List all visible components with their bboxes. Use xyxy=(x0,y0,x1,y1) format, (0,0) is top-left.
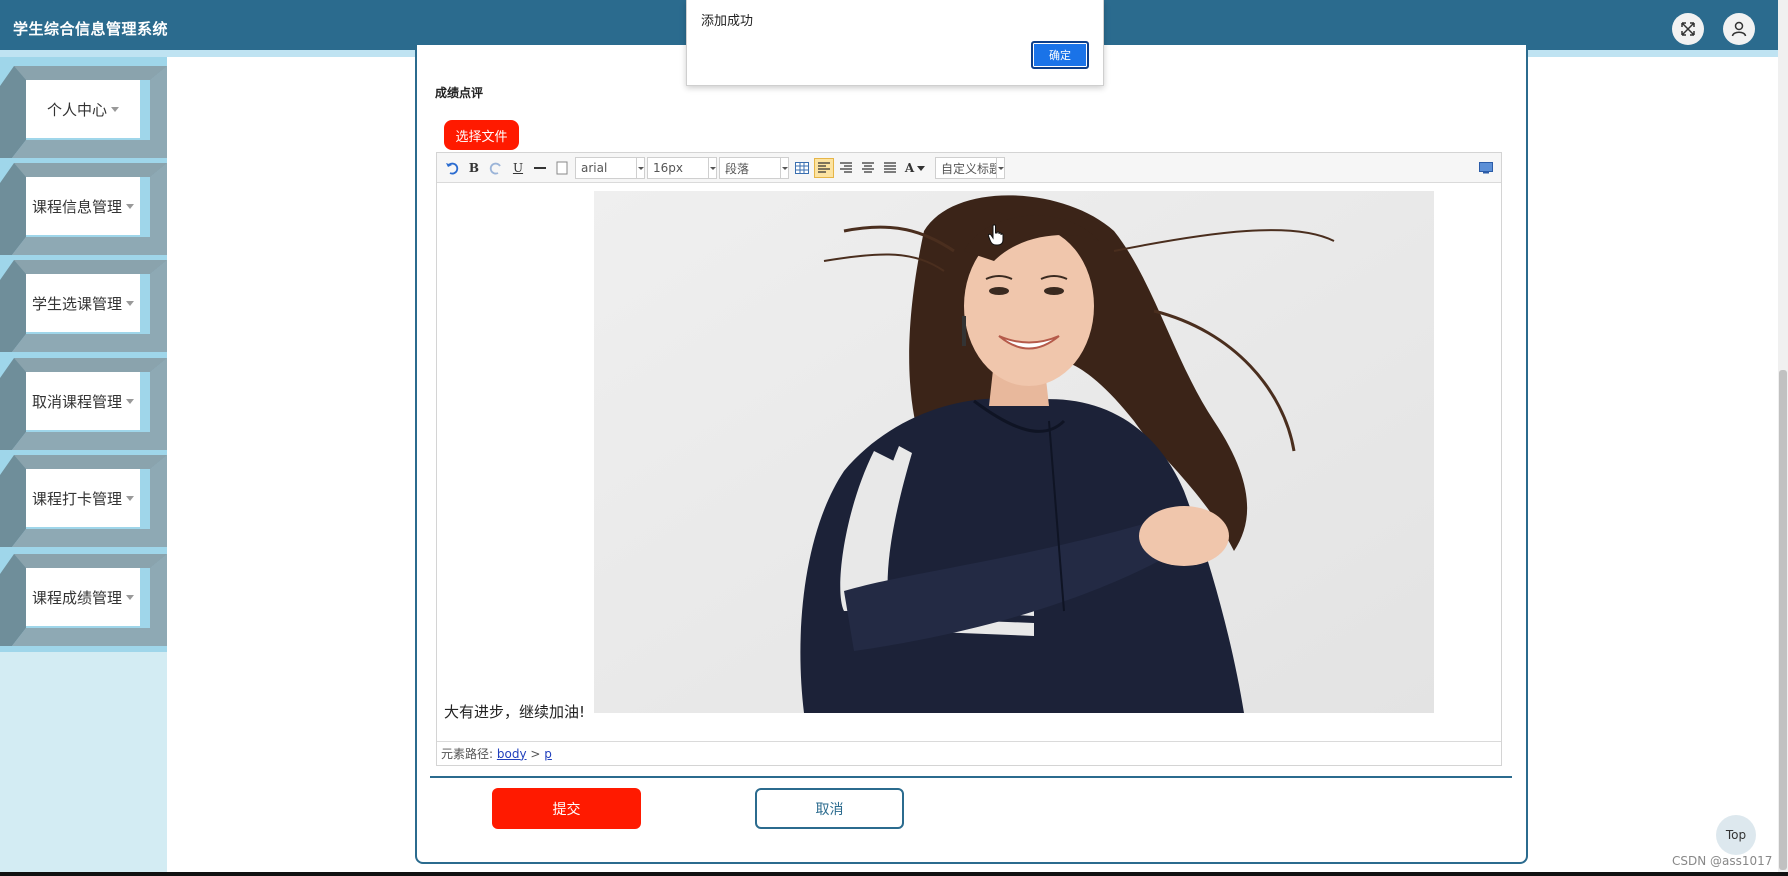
path-body-link[interactable]: body xyxy=(497,747,527,761)
chevron-down-icon xyxy=(780,158,788,178)
horizontal-rule-icon xyxy=(534,167,546,169)
app-title: 学生综合信息管理系统 xyxy=(13,20,169,38)
source-view-button[interactable] xyxy=(1477,158,1495,178)
field-label-comment: 成绩点评 xyxy=(435,86,484,100)
monitor-icon xyxy=(1479,162,1493,174)
font-family-value: arial xyxy=(581,161,608,175)
scrollbar-thumb[interactable] xyxy=(1779,370,1787,870)
sidebar-item-label-box: 课程信息管理 xyxy=(26,177,140,235)
font-size-value: 16px xyxy=(653,161,683,175)
alert-ok-button[interactable]: 确定 xyxy=(1031,41,1089,69)
sidebar-item-course-grades[interactable]: 课程成绩管理 xyxy=(0,552,167,648)
fullscreen-icon xyxy=(1681,22,1695,36)
form-divider xyxy=(430,776,1512,778)
underline-button[interactable]: U xyxy=(509,158,527,178)
rich-text-editor[interactable]: B U arial 16px 段落 A 自定义标题 大有进步，继续加油! 元素路… xyxy=(436,152,1502,766)
table-button[interactable] xyxy=(793,158,811,178)
align-right-icon xyxy=(840,162,852,173)
choose-file-button[interactable]: 选择文件 xyxy=(444,120,519,150)
paste-button[interactable] xyxy=(553,158,571,178)
font-color-icon: A xyxy=(904,161,915,175)
sidebar-item-label-box: 取消课程管理 xyxy=(26,372,140,430)
editor-content-text[interactable]: 大有进步，继续加油! xyxy=(444,701,585,722)
horizontal-rule-button[interactable] xyxy=(531,158,549,178)
paragraph-value: 段落 xyxy=(725,161,750,176)
element-path-label: 元素路径: xyxy=(441,747,494,761)
sidebar-item-label: 课程打卡管理 xyxy=(31,489,122,508)
undo-button[interactable] xyxy=(443,158,461,178)
portrait-image xyxy=(594,191,1434,713)
back-to-top-button[interactable]: Top xyxy=(1716,815,1756,855)
align-left-icon xyxy=(818,162,830,173)
chevron-down-icon xyxy=(126,300,134,306)
sidebar-item-label-box: 课程打卡管理 xyxy=(26,469,140,527)
redo-icon xyxy=(489,162,501,175)
font-size-select[interactable]: 16px xyxy=(647,157,717,179)
fullscreen-button[interactable] xyxy=(1672,13,1704,45)
user-button[interactable] xyxy=(1723,13,1755,45)
sidebar-item-course-checkin[interactable]: 课程打卡管理 xyxy=(0,453,167,549)
cancel-button[interactable]: 取消 xyxy=(755,788,904,829)
sidebar-item-label-box: 个人中心 xyxy=(26,80,140,138)
chevron-down-icon xyxy=(126,594,134,600)
editor-image-portrait[interactable] xyxy=(594,191,1434,713)
sidebar-item-course-cancel[interactable]: 取消课程管理 xyxy=(0,356,167,452)
chevron-down-icon xyxy=(917,165,926,171)
align-right-button[interactable] xyxy=(837,158,855,178)
custom-heading-value: 自定义标题 xyxy=(941,161,1002,176)
hand-cursor-icon xyxy=(988,224,1004,246)
path-p-link[interactable]: p xyxy=(544,747,552,761)
sidebar-item-label-box: 课程成绩管理 xyxy=(26,568,140,626)
sidebar-item-personal-center[interactable]: 个人中心 xyxy=(0,64,167,160)
chevron-down-icon xyxy=(126,203,134,209)
bold-icon: B xyxy=(468,161,480,175)
element-path-bar: 元素路径: body > p xyxy=(437,741,1501,765)
editor-toolbar: B U arial 16px 段落 A 自定义标题 xyxy=(437,153,1501,183)
custom-heading-select[interactable]: 自定义标题 xyxy=(935,157,1005,179)
sidebar-item-label: 取消课程管理 xyxy=(31,392,122,411)
submit-button[interactable]: 提交 xyxy=(492,788,641,829)
path-separator: > xyxy=(530,746,541,761)
align-justify-button[interactable] xyxy=(881,158,899,178)
sidebar-item-course-selection[interactable]: 学生选课管理 xyxy=(0,258,167,354)
page-scrollbar[interactable] xyxy=(1778,0,1788,876)
align-center-button[interactable] xyxy=(859,158,877,178)
underline-icon: U xyxy=(512,161,524,175)
redo-button[interactable] xyxy=(487,158,505,178)
chevron-down-icon xyxy=(996,158,1004,178)
sidebar-item-label: 课程信息管理 xyxy=(31,197,122,216)
bottom-border xyxy=(0,872,1788,876)
watermark: CSDN @ass1017 xyxy=(1672,854,1773,868)
chevron-down-icon xyxy=(126,398,134,404)
document-icon xyxy=(556,161,568,175)
chevron-down-icon xyxy=(708,158,716,178)
font-family-select[interactable]: arial xyxy=(575,157,645,179)
alert-dialog: 添加成功 确定 xyxy=(686,0,1104,86)
user-icon xyxy=(1731,21,1747,37)
table-icon xyxy=(795,162,809,174)
align-left-button[interactable] xyxy=(814,158,834,178)
font-color-button[interactable]: A xyxy=(903,158,927,178)
sidebar-item-course-info[interactable]: 课程信息管理 xyxy=(0,161,167,257)
undo-icon xyxy=(446,162,459,175)
sidebar-item-label: 个人中心 xyxy=(46,100,107,119)
alert-message: 添加成功 xyxy=(701,14,754,29)
align-center-icon xyxy=(862,162,874,173)
paragraph-select[interactable]: 段落 xyxy=(719,157,789,179)
chevron-down-icon xyxy=(111,106,119,112)
sidebar-item-label-box: 学生选课管理 xyxy=(26,274,140,332)
chevron-down-icon xyxy=(126,495,134,501)
bold-button[interactable]: B xyxy=(465,158,483,178)
sidebar-item-label: 学生选课管理 xyxy=(31,294,122,313)
chevron-down-icon xyxy=(636,158,644,178)
sidebar-item-label: 课程成绩管理 xyxy=(31,588,122,607)
align-justify-icon xyxy=(884,162,896,173)
